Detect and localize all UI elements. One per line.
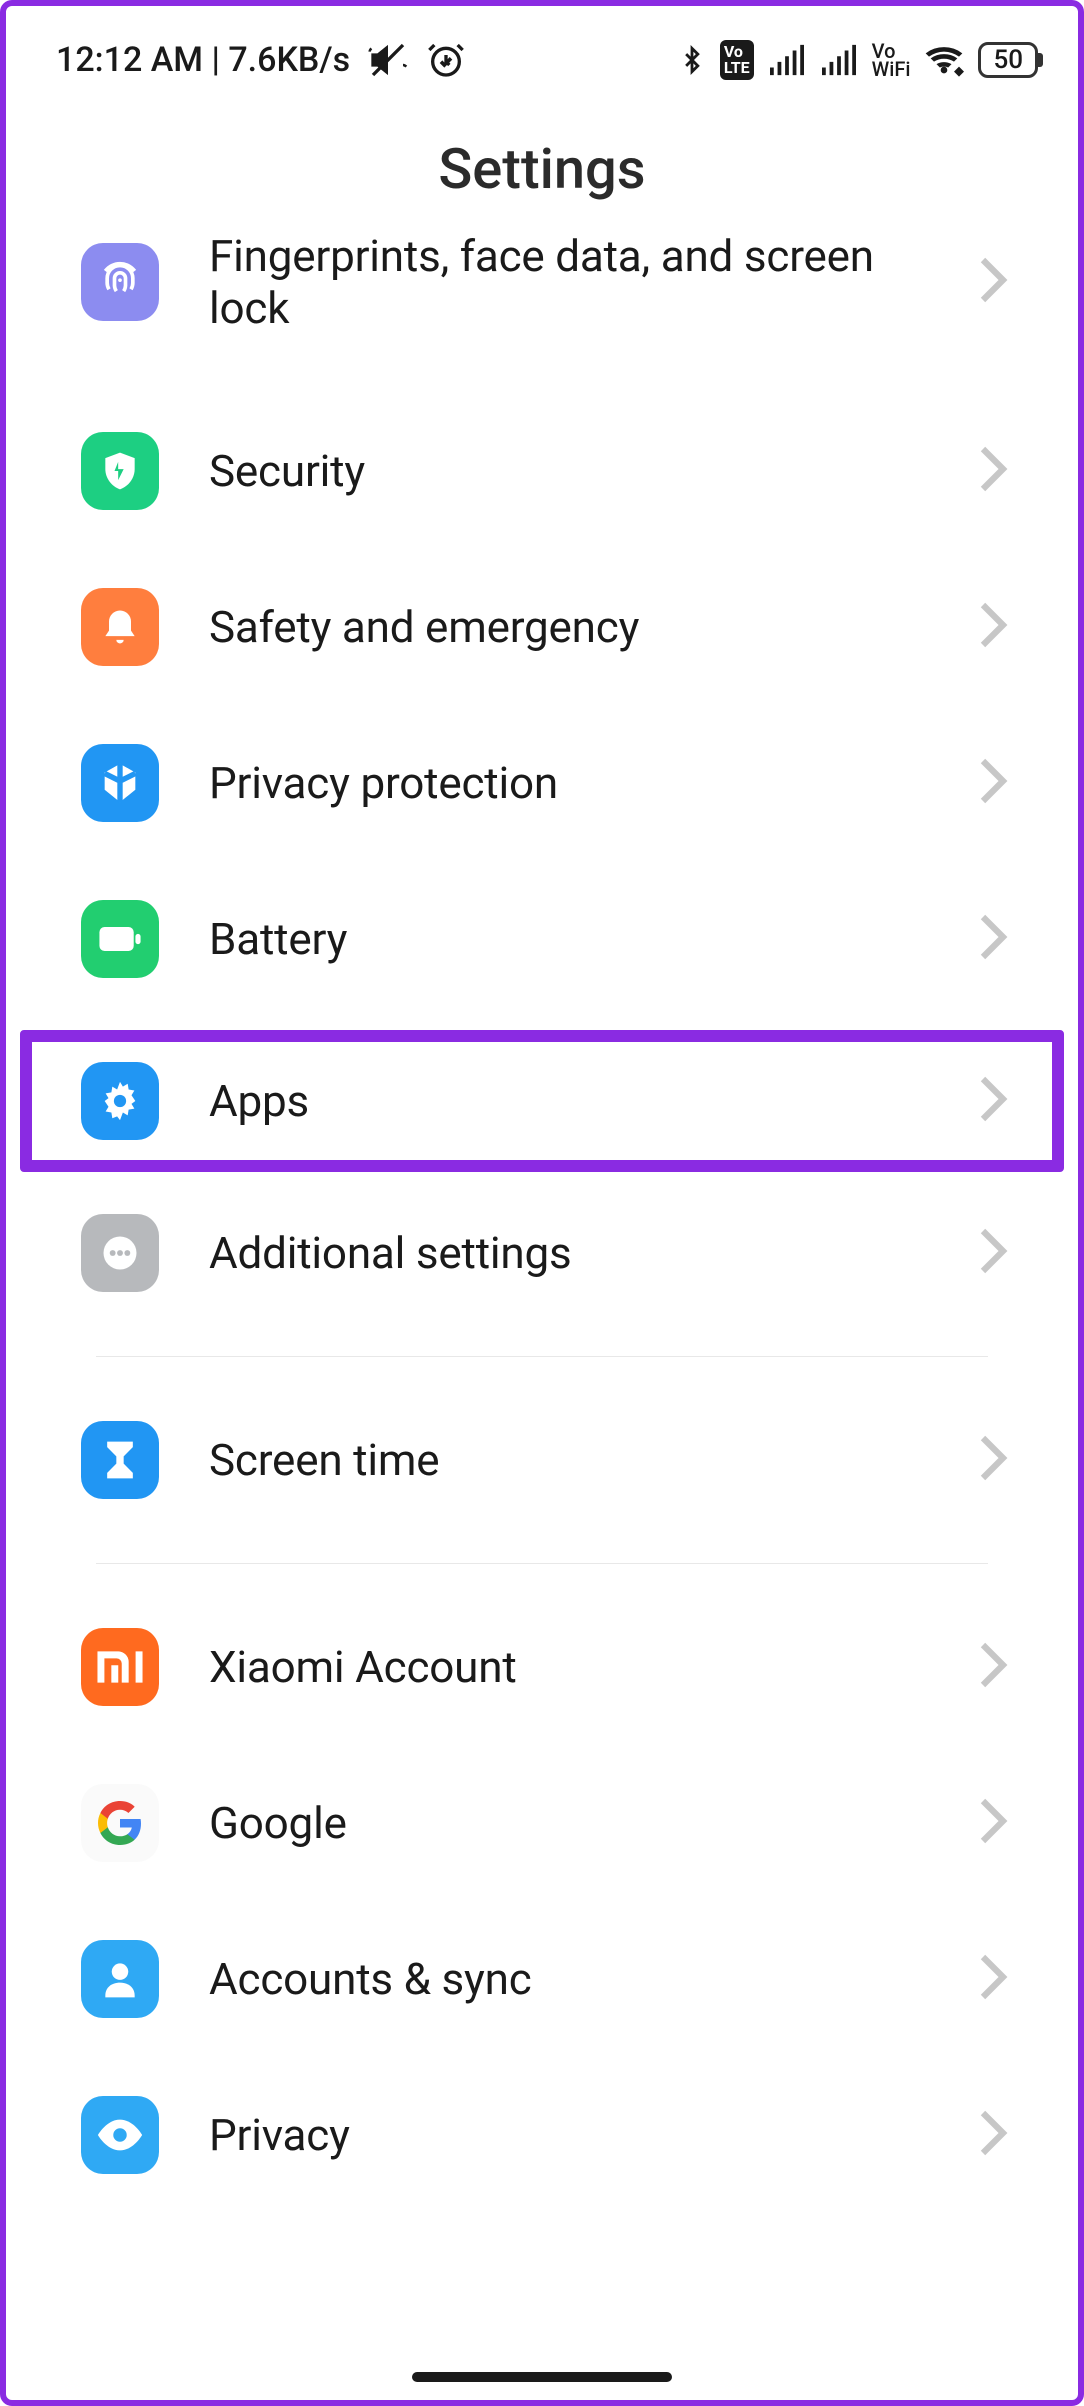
settings-item-privacy-protection[interactable]: Privacy protection bbox=[26, 718, 1058, 848]
item-label: Safety and emergency bbox=[209, 601, 928, 653]
signal-icon-1 bbox=[768, 43, 806, 77]
person-icon bbox=[81, 1940, 159, 2018]
item-label: Privacy protection bbox=[209, 757, 928, 809]
vowifi-label: VoWiFi bbox=[872, 42, 911, 78]
gear-icon bbox=[81, 1062, 159, 1140]
settings-item-privacy[interactable]: Privacy bbox=[26, 2070, 1058, 2200]
status-right: VoLTE VoWiFi 50 bbox=[678, 40, 1038, 80]
section-divider bbox=[96, 1356, 988, 1357]
chevron-right-icon bbox=[978, 756, 1008, 810]
item-label: Additional settings bbox=[209, 1227, 928, 1279]
chevron-right-icon bbox=[978, 444, 1008, 498]
chevron-right-icon bbox=[978, 1952, 1008, 2006]
wifi-icon bbox=[924, 43, 964, 77]
item-label: Apps bbox=[209, 1075, 928, 1127]
mute-icon bbox=[368, 40, 408, 80]
volte-badge: VoLTE bbox=[720, 40, 754, 80]
item-label: Xiaomi Account bbox=[209, 1641, 928, 1693]
item-label: Accounts & sync bbox=[209, 1953, 928, 2005]
settings-item-apps[interactable]: Apps bbox=[20, 1030, 1064, 1172]
chevron-right-icon bbox=[978, 912, 1008, 966]
item-label: Battery bbox=[209, 913, 928, 965]
item-label: Security bbox=[209, 445, 928, 497]
item-label: Privacy bbox=[209, 2109, 928, 2161]
status-bar: 12:12 AM | 7.6KB/s VoLTE bbox=[6, 6, 1078, 96]
section-divider bbox=[96, 1563, 988, 1564]
chevron-right-icon bbox=[978, 1796, 1008, 1850]
settings-item-safety[interactable]: Safety and emergency bbox=[26, 562, 1058, 692]
chevron-right-icon bbox=[978, 600, 1008, 654]
settings-item-lock[interactable]: Fingerprints, face data, and screen lock bbox=[26, 230, 1058, 360]
settings-item-xiaomi-account[interactable]: Xiaomi Account bbox=[26, 1602, 1058, 1732]
shield-icon bbox=[81, 432, 159, 510]
chevron-right-icon bbox=[978, 2108, 1008, 2162]
battery-icon bbox=[81, 900, 159, 978]
hourglass-icon bbox=[81, 1421, 159, 1499]
clock-text: 12:12 AM | 7.6KB/s bbox=[56, 40, 350, 80]
alarm-icon bbox=[426, 40, 466, 80]
settings-item-security[interactable]: Security bbox=[26, 406, 1058, 536]
chevron-right-icon bbox=[978, 1074, 1008, 1128]
eye-icon bbox=[81, 2096, 159, 2174]
item-label: Google bbox=[209, 1797, 928, 1849]
chevron-right-icon bbox=[978, 1433, 1008, 1487]
chevron-right-icon bbox=[978, 255, 1008, 309]
battery-indicator: 50 bbox=[978, 42, 1038, 78]
settings-item-accounts-sync[interactable]: Accounts & sync bbox=[26, 1914, 1058, 2044]
page-title: Settings bbox=[6, 136, 1078, 202]
signal-icon-2 bbox=[820, 43, 858, 77]
dots-icon bbox=[81, 1214, 159, 1292]
fingerprint-icon bbox=[81, 243, 159, 321]
settings-item-screen-time[interactable]: Screen time bbox=[26, 1395, 1058, 1525]
settings-list[interactable]: Fingerprints, face data, and screen lock… bbox=[6, 230, 1078, 2200]
page-header: Settings bbox=[6, 96, 1078, 252]
chevron-right-icon bbox=[978, 1640, 1008, 1694]
home-indicator[interactable] bbox=[412, 2372, 672, 2382]
settings-item-google[interactable]: Google bbox=[26, 1758, 1058, 1888]
bluetooth-icon bbox=[678, 40, 706, 80]
google-logo-icon bbox=[81, 1784, 159, 1862]
status-left: 12:12 AM | 7.6KB/s bbox=[56, 40, 466, 80]
settings-item-battery[interactable]: Battery bbox=[26, 874, 1058, 1004]
chevron-right-icon bbox=[978, 1226, 1008, 1280]
mi-logo-icon bbox=[81, 1628, 159, 1706]
item-label: Screen time bbox=[209, 1434, 928, 1486]
settings-item-additional[interactable]: Additional settings bbox=[26, 1188, 1058, 1318]
privacy-hex-icon bbox=[81, 744, 159, 822]
bell-icon bbox=[81, 588, 159, 666]
item-label: Fingerprints, face data, and screen lock bbox=[209, 230, 928, 334]
